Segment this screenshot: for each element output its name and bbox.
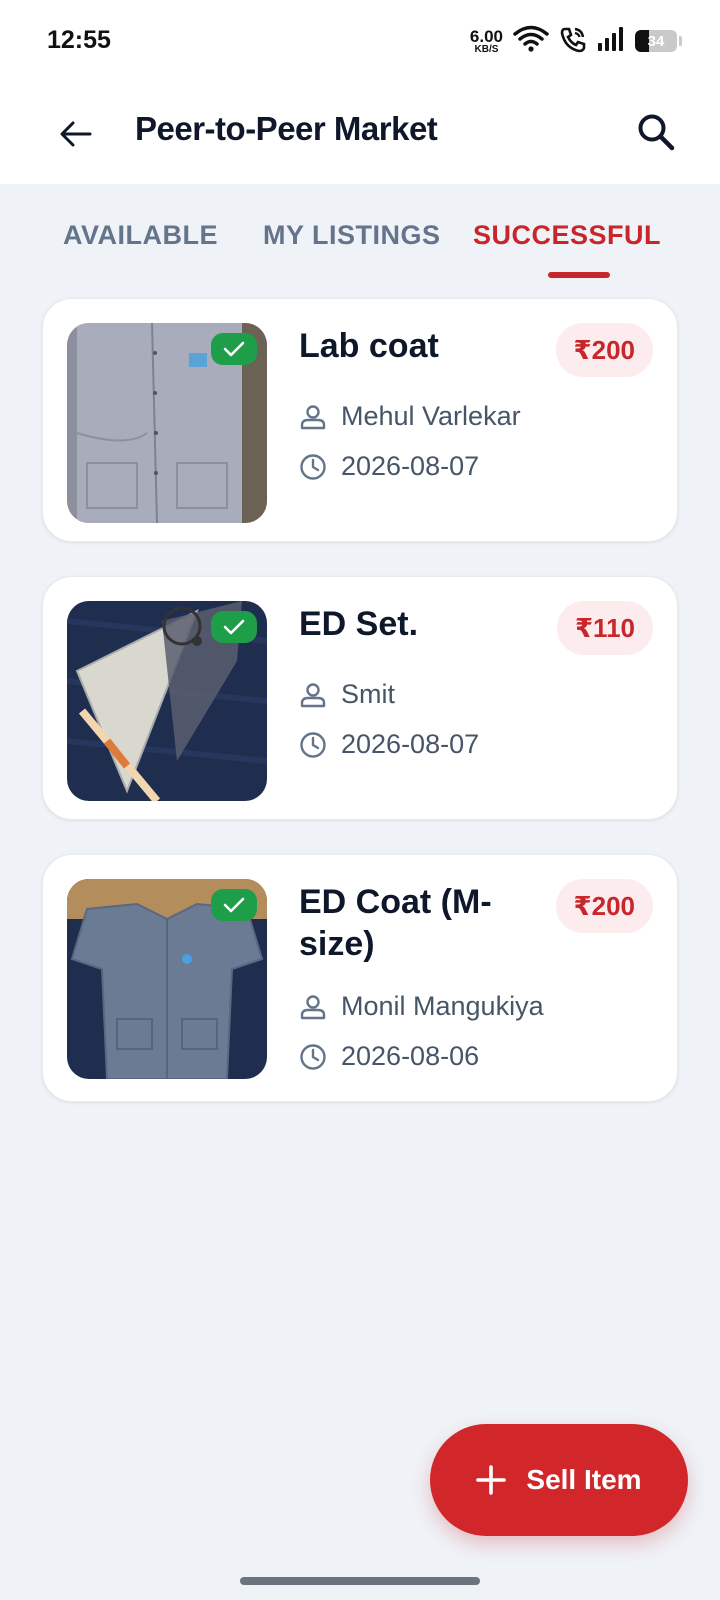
clock-icon <box>300 731 326 758</box>
date-row: 2026-08-07 <box>299 451 479 482</box>
sell-item-label: Sell Item <box>526 1464 642 1495</box>
wifi-calling-icon <box>559 25 587 58</box>
price-badge: ₹200 <box>555 323 653 377</box>
price-badge: ₹200 <box>555 879 653 933</box>
item-image <box>67 601 267 801</box>
tab-successful[interactable]: SUCCESSFUL <box>473 220 661 251</box>
item-title: ED Coat (M-size) <box>299 883 492 963</box>
user-icon <box>300 404 326 429</box>
listing-card[interactable]: ED Coat (M-size) ₹200 Monil Mangukiya 20… <box>42 854 678 1102</box>
seller-row: Smit <box>299 679 395 710</box>
home-indicator[interactable] <box>240 1577 480 1585</box>
search-icon <box>638 114 675 151</box>
listing-card[interactable]: ED Set. ₹110 Smit 2026-08-07 <box>42 576 678 820</box>
seller-name: Monil Mangukiya <box>341 991 544 1021</box>
app-bar: Peer-to-Peer Market <box>0 84 720 184</box>
wifi-icon <box>513 25 549 58</box>
user-icon <box>300 994 326 1019</box>
status-bar: 12:55 6.00 KB/S 34 <box>0 0 720 84</box>
item-image <box>67 323 267 523</box>
seller-row: Mehul Varlekar <box>299 401 521 432</box>
seller-row: Monil Mangukiya <box>299 991 544 1022</box>
tab-bar: AVAILABLE MY LISTINGS SUCCESSFUL <box>0 184 720 284</box>
check-icon <box>223 897 245 913</box>
item-title: ED Set. <box>299 605 419 643</box>
search-button[interactable] <box>630 106 682 158</box>
item-image <box>67 879 267 1079</box>
check-icon <box>223 619 245 635</box>
clock-icon <box>300 1043 326 1070</box>
listing-card[interactable]: Lab coat ₹200 Mehul Varlekar 2026-08-07 <box>42 298 678 542</box>
item-title: Lab coat <box>299 327 439 365</box>
network-speed: 6.00 KB/S <box>470 28 503 55</box>
network-speed-value: 6.00 <box>469 26 503 46</box>
sold-check-badge <box>211 611 257 643</box>
active-tab-indicator <box>548 272 610 278</box>
plus-icon <box>476 1465 507 1495</box>
seller-name: Smit <box>341 679 395 709</box>
clock-icon <box>300 453 326 480</box>
tab-my-listings[interactable]: MY LISTINGS <box>263 220 441 251</box>
seller-name: Mehul Varlekar <box>341 401 521 431</box>
page-title: Peer-to-Peer Market <box>135 110 438 147</box>
listing-date: 2026-08-06 <box>341 1041 480 1071</box>
user-icon <box>300 682 326 707</box>
status-time: 12:55 <box>47 26 111 54</box>
date-row: 2026-08-06 <box>299 1041 479 1072</box>
back-button[interactable] <box>52 110 100 158</box>
battery-level: 34 <box>647 32 665 50</box>
date-row: 2026-08-07 <box>299 729 479 760</box>
sell-item-button[interactable]: Sell Item <box>430 1424 688 1536</box>
status-icons: 6.00 KB/S 34 <box>470 24 682 58</box>
check-icon <box>223 341 245 357</box>
listing-date: 2026-08-07 <box>341 451 480 481</box>
battery-icon: 34 <box>635 30 677 52</box>
sold-check-badge <box>211 889 257 921</box>
listing-date: 2026-08-07 <box>341 729 480 759</box>
arrow-left-icon <box>60 121 92 147</box>
network-speed-unit: KB/S <box>474 43 499 55</box>
price-badge: ₹110 <box>556 601 653 655</box>
tab-available[interactable]: AVAILABLE <box>63 220 218 251</box>
battery-tip <box>679 36 682 46</box>
sold-check-badge <box>211 333 257 365</box>
signal-icon <box>597 26 625 57</box>
